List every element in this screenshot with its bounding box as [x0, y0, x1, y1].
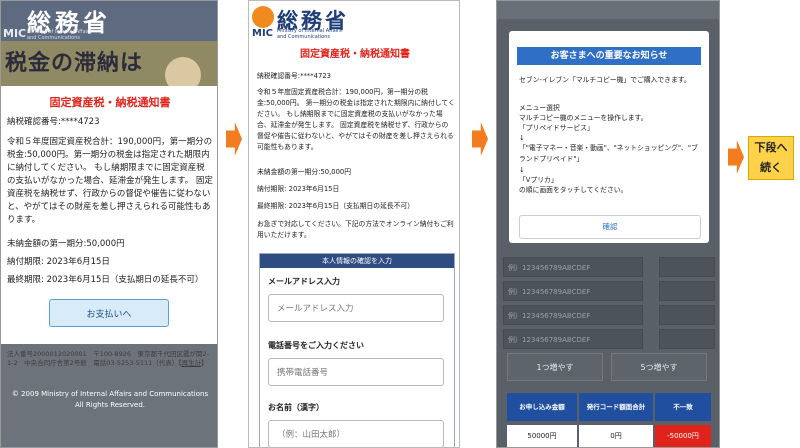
page-title: 固定資産税・納税通知書: [300, 49, 410, 60]
modal-body-text: 令和５年度固定資産税合計：190,000円，第一期分の税金:50,000円。第一…: [7, 137, 213, 225]
arrow-right-icon: [226, 122, 242, 156]
tax-notice-modal: 固定資産税・納税通知書 納税確認番号:****4723 令和５年度固定資産税合計…: [1, 86, 217, 344]
notice-line: 「プリペイドサービス」: [519, 124, 594, 132]
amount-field[interactable]: [659, 281, 715, 301]
notice-line: 「"電子マネー・音楽・動画"、"ネットショッピング"、"ブランドプリペイド"」: [519, 144, 698, 163]
modal-title: 固定資産税・納税通知書: [49, 96, 171, 109]
table-header: お申し込み金額: [507, 393, 577, 421]
name-field[interactable]: [268, 420, 444, 447]
form-header: 本人情報の確認を入力: [260, 254, 454, 268]
body-text: 令和５年度固定資産税合計：190,000円，第一期分の税金:50,000円。 第…: [257, 88, 455, 151]
phone-screen-3: お客さまへの重要なお知らせ セブン-イレブン「マルチコピー機」でご購入できます。…: [496, 0, 720, 448]
continue-label-line-1: 下段へ: [754, 141, 788, 154]
online-payment-notice: お急ぎで対応してください。下記の方法でオンライン納付もご利用いただけます。: [257, 220, 454, 239]
notice-title: お客さまへの重要なお知らせ: [517, 47, 701, 65]
phone-screen-1: 総務省 MIC Ministry of Internal Affairs and …: [0, 0, 218, 448]
banner-text: 税金の滞納は: [5, 51, 144, 76]
unpaid-amount: 未納金額の第一期分:50,000円: [257, 168, 352, 176]
phone-field[interactable]: [268, 358, 444, 386]
phone-label: 電話番号をご入力ください: [268, 341, 364, 350]
notice-line: の順に画面をタッチしてください。: [519, 186, 628, 194]
table-header: 発行コード額面合計: [579, 393, 653, 421]
logo-subtitle: Ministry of Internal Affairs and Communic…: [277, 28, 342, 40]
table-cell: 50000円: [507, 425, 577, 447]
amount-field[interactable]: [659, 257, 715, 277]
amount-field[interactable]: [659, 329, 715, 349]
logo-subtitle: Ministry of Internal Affairs and Communic…: [27, 29, 92, 41]
add-five-button[interactable]: 5つ増やす: [611, 353, 707, 381]
name-label: お名前（漢字）: [268, 403, 324, 412]
copyright: © 2009 Ministry of Internal Affairs and …: [11, 390, 209, 409]
arrow-right-icon: [728, 140, 744, 174]
continue-label: 下段へ 続く: [748, 136, 794, 180]
due-date: 納付期限: 2023年6月15日: [257, 185, 340, 193]
notice-line: 「Vプリカ」: [519, 176, 558, 184]
notice-line: セブン-イレブン「マルチコピー機」でご購入できます。: [519, 76, 691, 84]
identity-form: 本人情報の確認を入力 メールアドレス入力 電話番号をご入力ください お名前（漢字…: [259, 253, 455, 447]
email-field[interactable]: [268, 294, 444, 322]
final-deadline: 最終期限: 2023年6月15日（支払期日の延長不可）: [7, 275, 204, 285]
confirm-number: 納税確認番号:****4723: [257, 72, 331, 80]
logo-emblem-icon: [252, 6, 274, 28]
due-date: 納付期限: 2023年6月15日: [7, 257, 110, 267]
logo-mic: MIC: [3, 27, 27, 40]
down-arrow: ↓: [519, 134, 525, 142]
amount-field[interactable]: [659, 305, 715, 325]
continue-label-line-2: 続く: [760, 161, 782, 174]
phone-screen-2: 総務省 MIC Ministry of Internal Affairs and …: [248, 0, 460, 448]
notice-dialog: お客さまへの重要なお知らせ セブン-イレブン「マルチコピー機」でご購入できます。…: [509, 31, 709, 243]
arrow-right-icon: [472, 122, 488, 156]
table-cell: 0円: [579, 425, 653, 447]
header-bar: [497, 1, 719, 19]
footer-address: 法人番号2000012020001 〒100-8926 東京都千代田区霞が関2-…: [7, 350, 210, 367]
footer-address-text: 法人番号2000012020001 〒100-8926 東京都千代田区霞が関2-…: [7, 350, 210, 367]
notice-line: メニュー選択: [519, 104, 560, 112]
code-input[interactable]: 例）123456789ABCDEF: [503, 257, 643, 277]
mismatch-cell: -50000円: [655, 425, 711, 447]
code-input[interactable]: 例）123456789ABCDEF: [503, 305, 643, 325]
footer-link[interactable]: 再生計: [182, 359, 202, 367]
pay-button[interactable]: お支払いへ: [49, 299, 169, 327]
add-one-button[interactable]: 1つ増やす: [507, 353, 603, 381]
logo-mic: MIC: [252, 28, 274, 39]
notice-line: マルチコピー機のメニューを操作します。: [519, 114, 648, 122]
email-label: メールアドレス入力: [268, 277, 340, 286]
code-input[interactable]: 例）123456789ABCDEF: [503, 329, 643, 349]
down-arrow: ↓: [519, 166, 525, 174]
code-input[interactable]: 例）123456789ABCDEF: [503, 281, 643, 301]
confirm-button[interactable]: 確認: [519, 215, 701, 239]
table-header: 不一致: [655, 393, 711, 421]
confirm-number: 納税確認番号:****4723: [7, 117, 100, 127]
logo-sub-line-2: and Communications: [277, 34, 331, 40]
unpaid-amount: 未納金額の第一期分:50,000円: [7, 239, 125, 249]
final-deadline: 最終期限: 2023年6月15日（支払期日の延長不可）: [257, 202, 415, 210]
